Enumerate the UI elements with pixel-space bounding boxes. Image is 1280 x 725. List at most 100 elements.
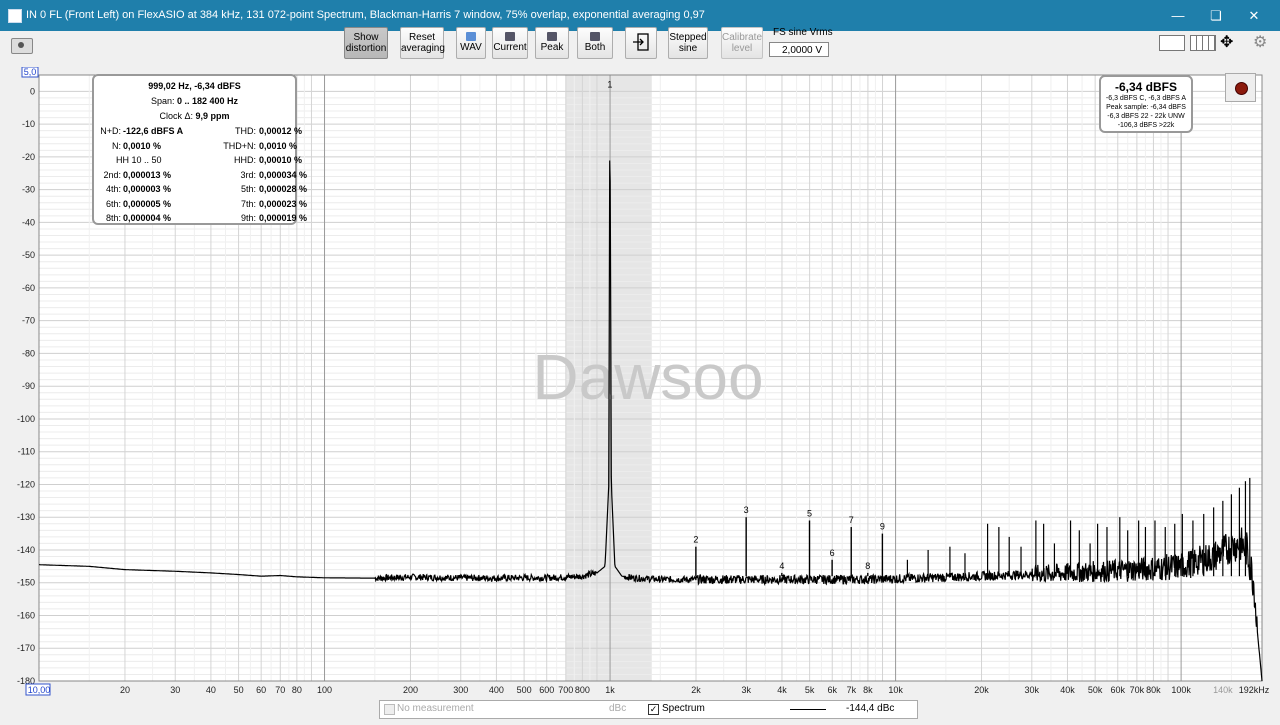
harmonic-label: 4	[779, 561, 784, 571]
save-icon	[590, 32, 600, 41]
x-tick-label: 40k	[1060, 685, 1075, 695]
show-distortion-label-1: Show	[353, 32, 379, 43]
info-row-label: THD:	[235, 126, 256, 136]
camera-icon[interactable]	[11, 38, 33, 54]
export-button[interactable]	[625, 27, 657, 59]
save-peak-label: Peak	[540, 42, 564, 53]
x-tick-label: 60	[256, 685, 266, 695]
x-tick-label: 10,00	[28, 685, 51, 695]
x-tick-label: 100	[317, 685, 332, 695]
record-button[interactable]	[1225, 73, 1256, 102]
distortion-info-panel[interactable]: 999,02 Hz, -6,34 dBFS Span: 0 .. 182 400…	[92, 74, 307, 225]
x-tick-label: 192kHz	[1239, 685, 1270, 695]
watermark: Dawsoo	[532, 341, 763, 413]
x-tick-label: 8k	[863, 685, 873, 695]
restore-button[interactable]: ❏	[1196, 0, 1236, 31]
y-tick-label: -90	[22, 381, 35, 391]
y-tick-label: -60	[22, 283, 35, 293]
harmonic-label: 7	[849, 515, 854, 525]
info-row-label: 6th:	[105, 198, 121, 209]
x-tick-label: 5k	[805, 685, 815, 695]
spectrum-checkbox[interactable]: ✓	[648, 704, 659, 715]
show-distortion-button[interactable]: Show distortion	[344, 27, 388, 59]
info-row-label: 9th:	[240, 213, 256, 223]
save-current-button[interactable]: Current	[492, 27, 528, 59]
info-row-value: 0,00010 %	[259, 155, 303, 165]
fs-sine-label: FS sine Vrms	[773, 27, 833, 38]
x-tick-label: 2k	[691, 685, 701, 695]
x-tick-label: 7k	[847, 685, 857, 695]
no-measurement-checkbox[interactable]	[384, 704, 395, 715]
level-main: -6,34 dBFS	[1114, 80, 1177, 94]
x-tick-label: 80k	[1146, 685, 1161, 695]
x-tick-label: 30	[170, 685, 180, 695]
wav-button[interactable]: WAV	[456, 27, 486, 59]
save-both-button[interactable]: Both	[577, 27, 613, 59]
x-tick-label: 600	[539, 685, 554, 695]
x-tick-label: 10k	[888, 685, 903, 695]
span-label: Span:	[150, 96, 175, 106]
x-tick-label: 3k	[742, 685, 752, 695]
toolbar: Show distortion Reset averaging WAV Curr…	[0, 27, 1280, 69]
x-tick-label: 700	[558, 685, 573, 695]
x-tick-label: 80	[292, 685, 302, 695]
y-tick-label: -110	[18, 447, 35, 457]
move-arrows-icon[interactable]: ✥	[1220, 32, 1233, 52]
info-row-label: 3rd:	[240, 169, 256, 180]
calibrate-level-button[interactable]: Calibrate level	[721, 27, 763, 59]
y-tick-label: -40	[22, 217, 35, 227]
minimize-button[interactable]: —	[1158, 0, 1198, 31]
folder-icon	[466, 32, 476, 41]
calibrate-level-label-1: Calibrate	[722, 32, 763, 43]
save-peak-button[interactable]: Peak	[535, 27, 569, 59]
fs-sine-input[interactable]: 2,0000 V	[769, 42, 829, 57]
harmonic-label: 5	[807, 508, 812, 518]
no-measurement-unit: dBc	[609, 703, 627, 714]
save-both-label: Both	[584, 42, 606, 53]
info-row-label: HHD:	[234, 155, 256, 165]
clock-value: 9,9 ppm	[195, 111, 230, 121]
spectrum-line-swatch	[790, 709, 826, 710]
harmonic-label: 1	[607, 79, 612, 89]
legend-box: No measurement dBc ✓ Spectrum -144,4 dBc	[379, 700, 918, 719]
info-row-value: 0,000013 %	[123, 169, 172, 180]
clock-label: Clock Δ:	[159, 111, 193, 121]
y-tick-label: -130	[17, 512, 35, 522]
y-tick-label: 0	[30, 86, 35, 96]
layout-icon[interactable]	[1159, 35, 1185, 51]
x-tick-label: 1k	[605, 685, 615, 695]
export-icon	[633, 33, 649, 51]
y-tick-label: -70	[22, 316, 35, 326]
show-distortion-label-2: distortion	[345, 43, 387, 54]
info-row-value: 0,000023 %	[259, 198, 308, 209]
spectrum-value: -144,4 dBc	[846, 703, 895, 714]
info-row-label: 5th:	[240, 184, 256, 194]
info-row-label: 7th:	[240, 198, 256, 209]
x-tick-label: 100k	[1171, 685, 1191, 695]
harmonic-label: 3	[744, 505, 749, 515]
span-value: 0 .. 182 400 Hz	[177, 96, 239, 106]
info-row-label: 2nd:	[103, 169, 121, 180]
gear-icon[interactable]: ⚙	[1253, 32, 1267, 52]
y-tick-label: -30	[22, 185, 35, 195]
split-view-icon[interactable]	[1190, 35, 1216, 51]
record-icon	[1235, 82, 1248, 95]
info-row-label: N:	[112, 140, 121, 151]
info-clock: Clock Δ: 9,9 ppm	[94, 111, 295, 121]
stepped-sine-label-2: sine	[678, 43, 698, 54]
info-row-label: N+D:	[100, 126, 121, 136]
x-axis-ticks: 20 30 40 50 60 70 80 100 200 300 400 500 600 700 800 1k…	[120, 685, 1270, 695]
info-row-value: 0,0010 %	[259, 140, 298, 151]
calibrate-level-label-2: level	[731, 43, 753, 54]
x-tick-label: 30k	[1025, 685, 1040, 695]
reset-averaging-button[interactable]: Reset averaging	[400, 27, 445, 59]
x-tick-label: 400	[489, 685, 504, 695]
spectrum-label: Spectrum	[662, 703, 705, 714]
harmonic-label: 2	[693, 535, 698, 545]
close-button[interactable]: ✕	[1234, 0, 1274, 31]
info-row-value: 0,000003 %	[123, 184, 172, 194]
x-tick-label: 70k	[1130, 685, 1145, 695]
save-icon	[547, 32, 557, 41]
stepped-sine-button[interactable]: Stepped sine	[668, 27, 708, 59]
x-tick-label: 500	[517, 685, 532, 695]
